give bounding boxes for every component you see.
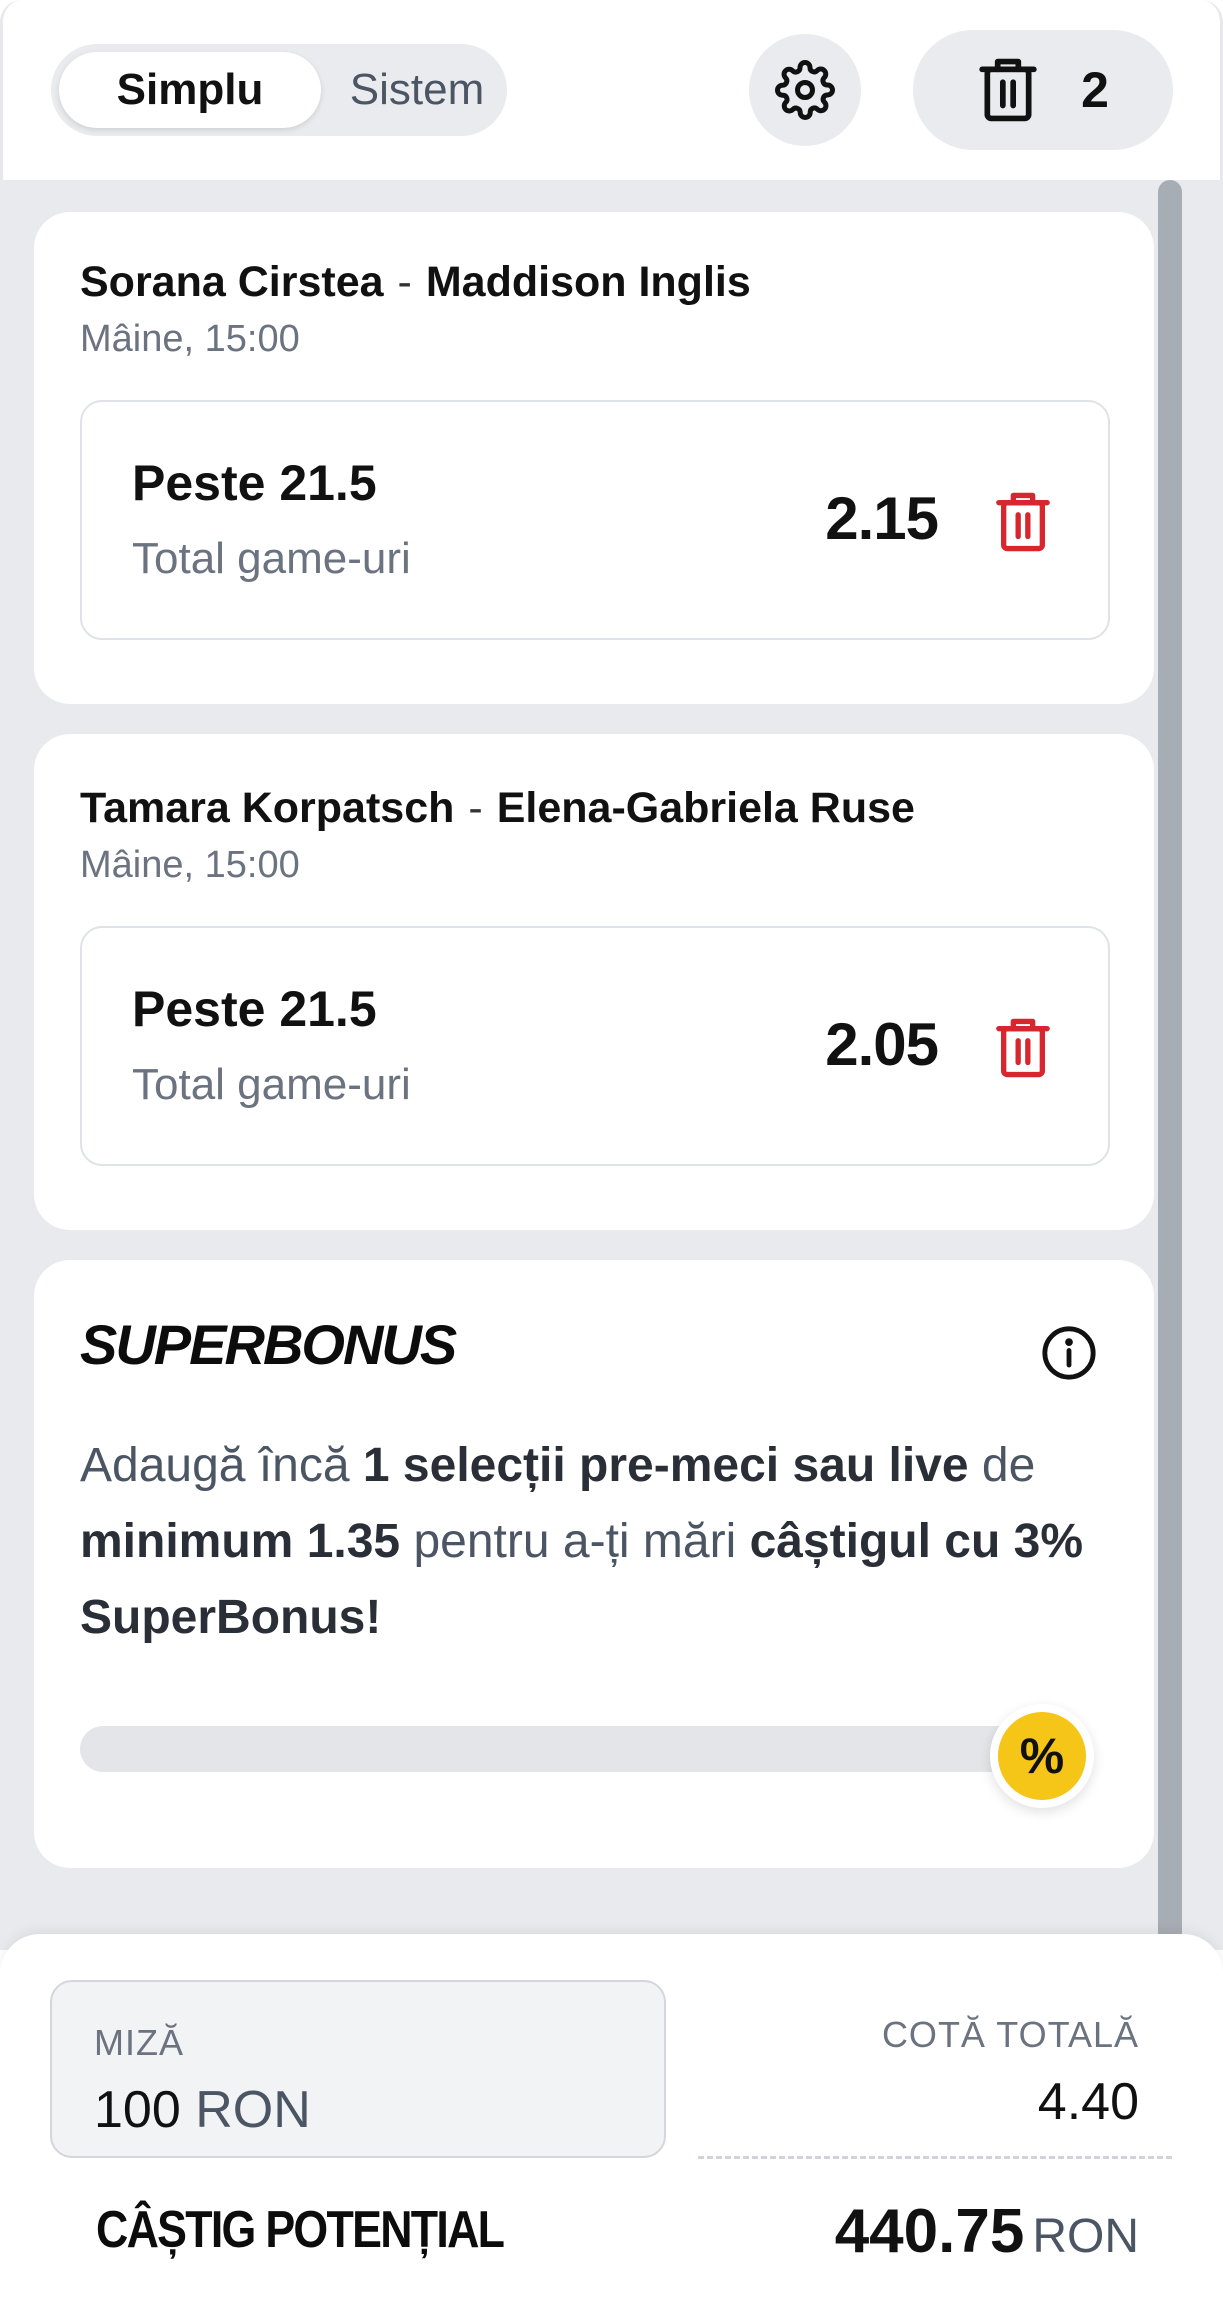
trash-icon[interactable] <box>994 1016 1052 1080</box>
superbonus-card: SUPERBONUS Adaugă încă 1 selecții pre-me… <box>34 1260 1154 1868</box>
home-player: Sorana Cirstea <box>80 258 384 306</box>
info-icon[interactable] <box>1040 1324 1098 1382</box>
superbonus-description: Adaugă încă 1 selecții pre-meci sau live… <box>80 1439 1084 1644</box>
scrollbar-thumb[interactable] <box>1158 180 1182 1950</box>
bet-card: Sorana Cirstea - Maddison Inglis Mâine, 15… <box>34 212 1154 704</box>
selection-box[interactable]: Peste 21.5 Total game-uri 2.05 <box>80 926 1110 1166</box>
superbonus-badge: % <box>990 1704 1094 1808</box>
mode-sistem-tab[interactable]: Sistem <box>337 52 497 128</box>
stake-value: 100 RON <box>94 2081 311 2139</box>
trash-icon <box>979 58 1037 122</box>
event-time: Mâine, 15:00 <box>80 844 300 886</box>
superbonus-title: SUPERBONUS <box>80 1313 457 1376</box>
selection-box[interactable]: Peste 21.5 Total game-uri 2.15 <box>80 400 1110 640</box>
betslip-header: Simplu Sistem 2 <box>0 0 1223 180</box>
selection-odds: 2.05 <box>825 1011 939 1078</box>
potential-win-label: CÂȘTIG POTENȚIAL <box>96 2201 505 2259</box>
gear-icon <box>775 60 835 120</box>
market-name: Total game-uri <box>132 1060 411 1109</box>
percent-icon: % <box>998 1712 1086 1800</box>
total-odds-label: COTĂ TOTALĂ <box>881 2014 1139 2055</box>
selection-name: Peste 21.5 <box>132 981 377 1037</box>
trash-icon[interactable] <box>994 490 1052 554</box>
superbonus-progress-bar <box>80 1726 1060 1772</box>
divider <box>698 2156 1172 2159</box>
market-name: Total game-uri <box>132 534 411 583</box>
event-title: Tamara Korpatsch - Elena-Gabriela Ruse <box>80 784 915 833</box>
bet-card: Tamara Korpatsch - Elena-Gabriela Ruse Mâi… <box>34 734 1154 1230</box>
event-separator: - <box>397 258 412 306</box>
betslip-summary: MIZĂ 100 RON COTĂ TOTALĂ 4.40 CÂȘTIG POT… <box>0 1934 1223 2302</box>
settings-button[interactable] <box>749 34 861 146</box>
mode-simplu-tab[interactable]: Simplu <box>59 52 321 128</box>
selection-name: Peste 21.5 <box>132 455 377 511</box>
away-player: Maddison Inglis <box>425 258 751 306</box>
stake-label: MIZĂ <box>94 2022 184 2063</box>
selection-odds: 2.15 <box>825 485 939 552</box>
stake-input[interactable]: MIZĂ 100 RON <box>50 1980 666 2158</box>
selection-count: 2 <box>1081 62 1109 118</box>
event-time: Mâine, 15:00 <box>80 318 300 360</box>
event-title: Sorana Cirstea - Maddison Inglis <box>80 258 751 307</box>
potential-win-value: 440.75 RON <box>834 2197 1139 2266</box>
event-separator: - <box>468 784 483 832</box>
clear-all-button[interactable]: 2 <box>913 30 1173 150</box>
total-odds-value: 4.40 <box>1037 2073 1139 2131</box>
away-player: Elena-Gabriela Ruse <box>496 784 915 832</box>
bet-mode-toggle: Simplu Sistem <box>51 44 507 136</box>
home-player: Tamara Korpatsch <box>80 784 455 832</box>
